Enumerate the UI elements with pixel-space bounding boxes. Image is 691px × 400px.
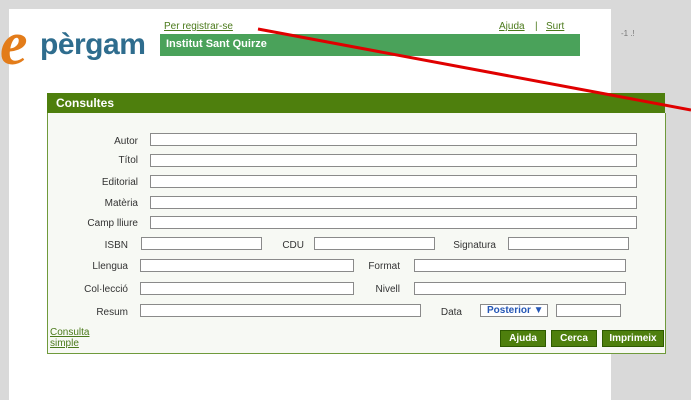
help-button[interactable]: Ajuda	[500, 330, 546, 347]
publisher-field[interactable]	[150, 175, 637, 188]
register-link[interactable]: Per registrar-se	[164, 21, 233, 32]
top-help-link-text[interactable]: Ajuda	[499, 21, 525, 32]
label-cdu: CDU	[282, 240, 304, 251]
panel-header: Consultes	[47, 93, 665, 113]
date-field[interactable]	[556, 304, 621, 317]
label-free-field: Camp lliure	[87, 218, 138, 229]
date-comparison-select[interactable]: Posterior ▼	[480, 304, 548, 317]
isbn-field[interactable]	[141, 237, 262, 250]
print-button[interactable]: Imprimeix	[602, 330, 664, 347]
language-field[interactable]	[140, 259, 354, 272]
author-field[interactable]	[150, 133, 637, 146]
search-button[interactable]: Cerca	[551, 330, 597, 347]
label-language: Llengua	[92, 261, 128, 272]
cdu-field[interactable]	[314, 237, 435, 250]
label-publisher: Editorial	[101, 177, 138, 188]
collection-field[interactable]	[140, 282, 354, 295]
label-subject: Matèria	[104, 198, 138, 209]
label-summary: Resum	[96, 307, 128, 318]
logo-e-letter: e	[0, 10, 28, 78]
epergam-logo: e pèrgam	[0, 10, 160, 78]
subject-field[interactable]	[150, 196, 637, 209]
format-field[interactable]	[414, 259, 626, 272]
panel-title: Consultes	[56, 96, 115, 110]
free-field[interactable]	[150, 216, 637, 229]
top-background	[0, 0, 691, 9]
label-title: Títol	[118, 155, 138, 166]
logout-link[interactable]: Surt	[546, 21, 564, 32]
logo-text: pèrgam	[40, 28, 146, 61]
title-field[interactable]	[150, 154, 637, 167]
top-separator: |	[535, 21, 538, 32]
summary-field[interactable]	[140, 304, 421, 317]
label-collection: Col·lecció	[84, 284, 128, 295]
label-author: Autor	[114, 136, 138, 147]
corner-text: -1 .!	[621, 29, 635, 38]
simple-search-link[interactable]: Consulta simple	[50, 327, 110, 349]
label-signature: Signatura	[453, 240, 496, 251]
label-level: Nivell	[375, 284, 400, 295]
register-link-text[interactable]: Per registrar-se	[164, 21, 233, 32]
institution-name: Institut Sant Quirze	[166, 38, 267, 50]
logout-link-text[interactable]: Surt	[546, 21, 564, 32]
label-isbn: ISBN	[104, 240, 128, 251]
institution-banner: Institut Sant Quirze	[160, 34, 580, 56]
label-format: Format	[368, 261, 400, 272]
label-date: Data	[440, 307, 462, 318]
signature-field[interactable]	[508, 237, 629, 250]
top-help-link[interactable]: Ajuda	[499, 21, 525, 32]
level-field[interactable]	[414, 282, 626, 295]
search-panel	[47, 113, 666, 354]
